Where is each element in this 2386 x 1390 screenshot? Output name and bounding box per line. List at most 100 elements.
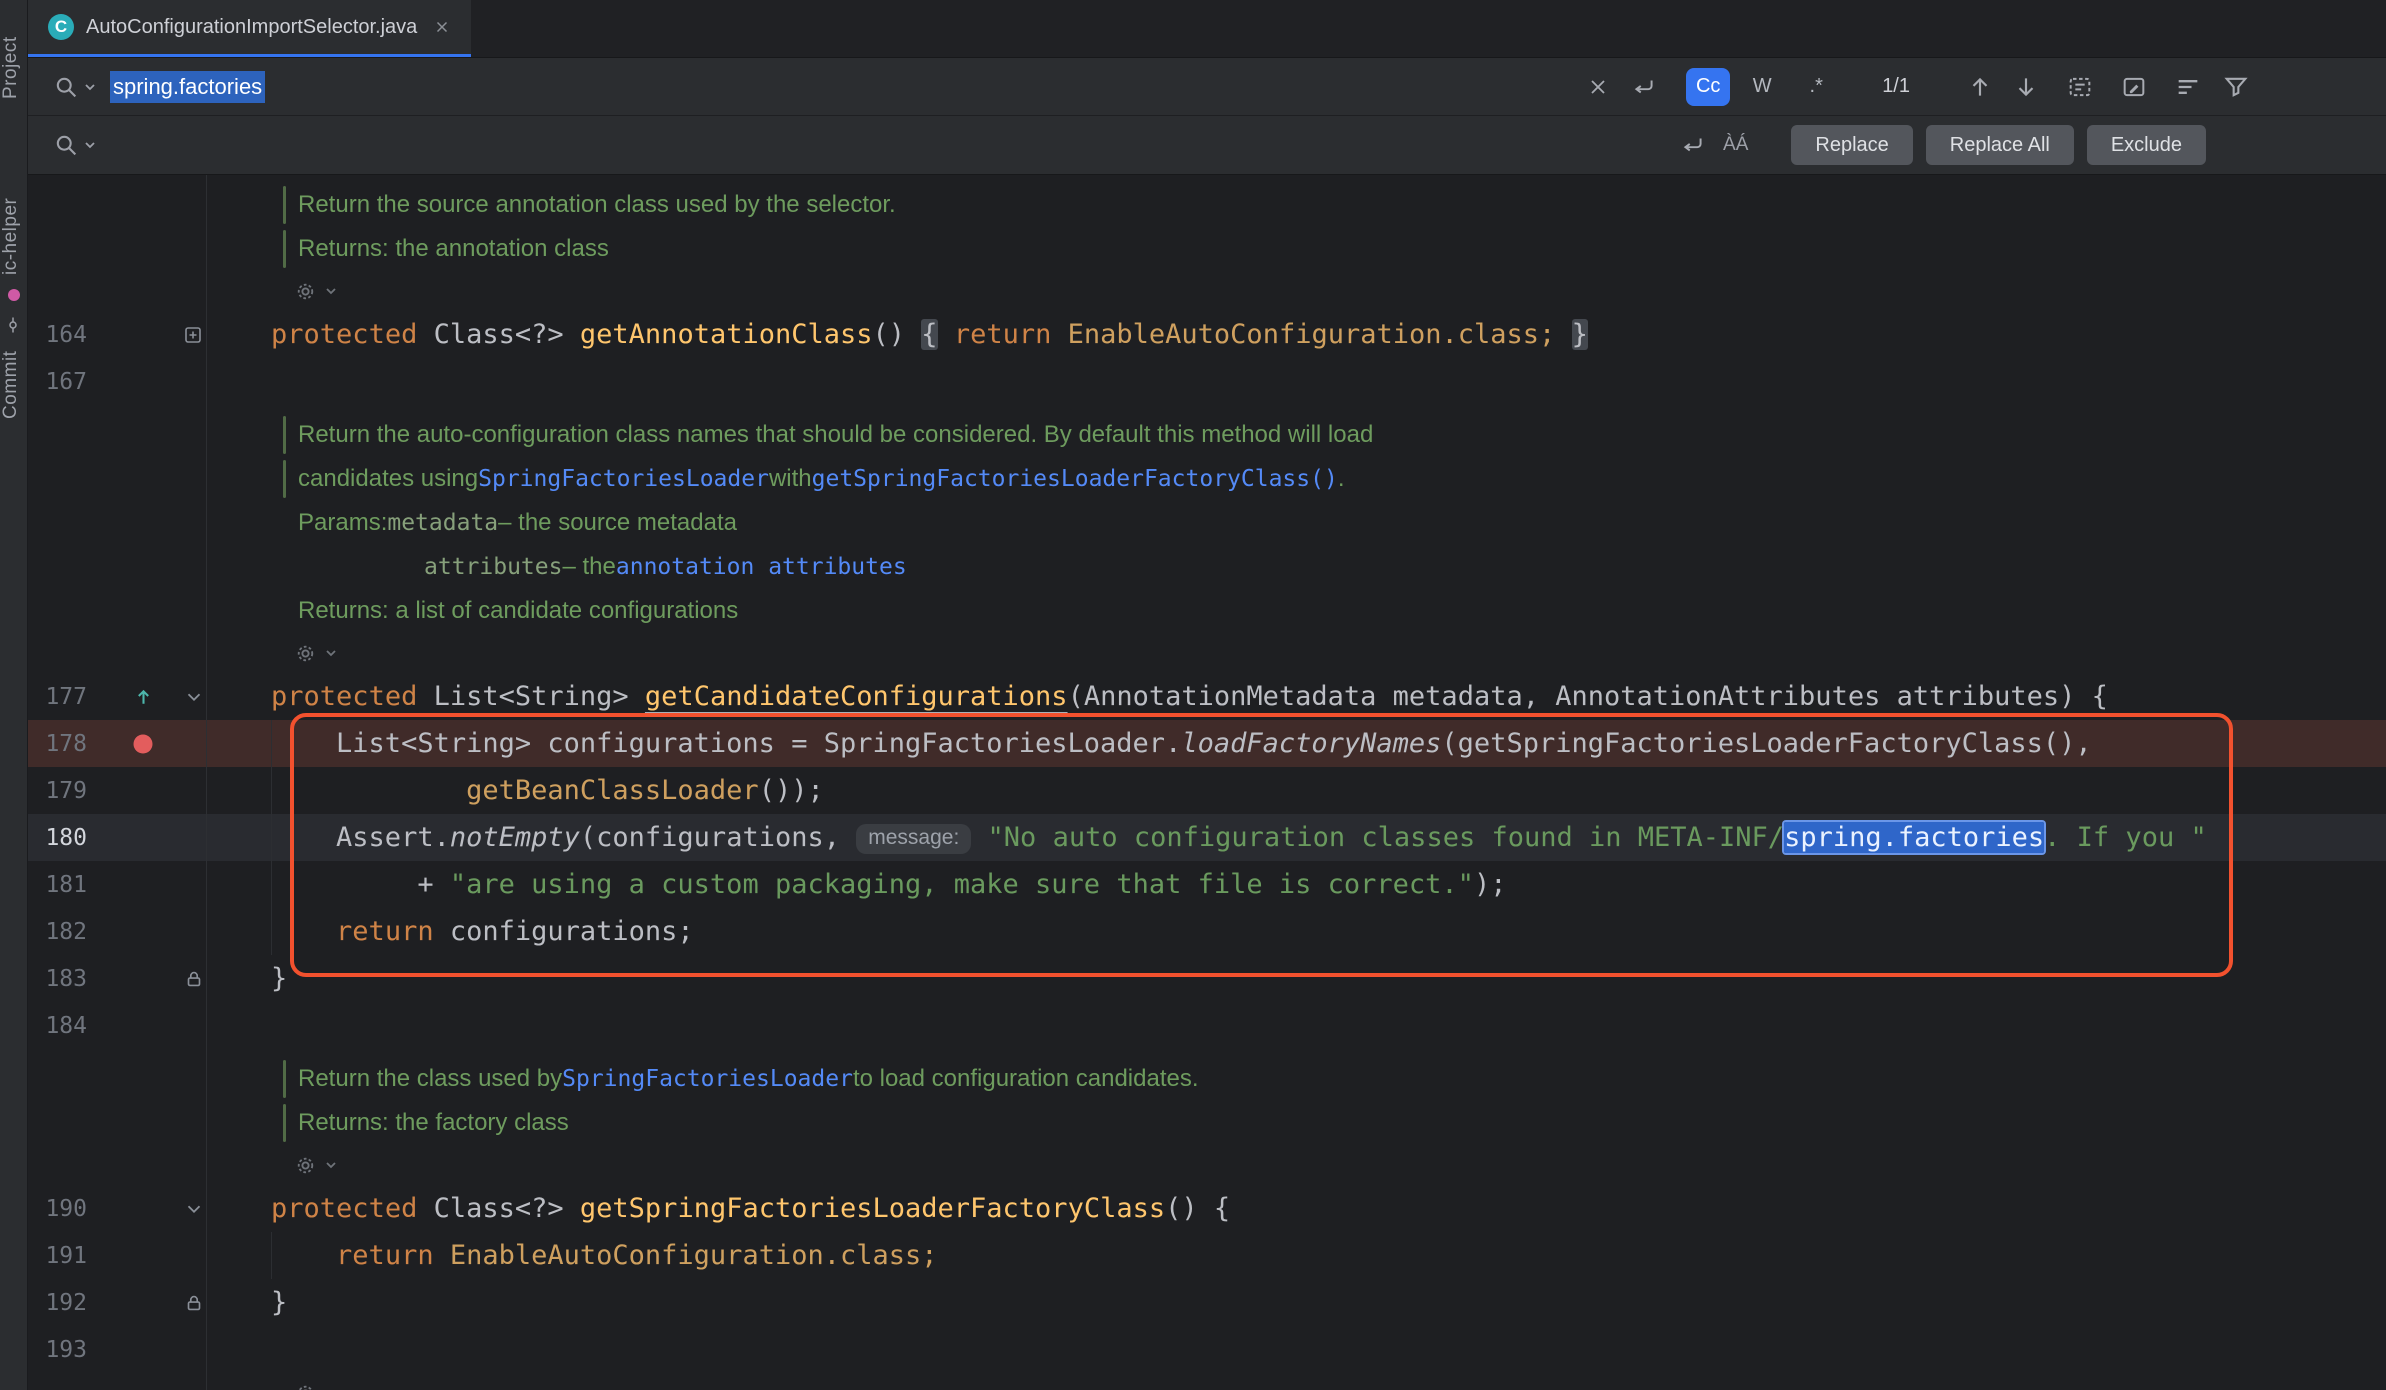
tab-title: AutoConfigurationImportSelector.java: [86, 16, 417, 39]
match-counter: 1/1: [1882, 75, 1910, 98]
gear-icon[interactable]: [293, 279, 318, 304]
code-token: [971, 822, 987, 853]
search-query-selected-text: spring.factories: [110, 71, 265, 103]
code-line-167[interactable]: 167: [28, 358, 2386, 405]
code-token: {: [921, 319, 937, 350]
code-token: getSpringFactoriesLoaderFactoryClass: [580, 1193, 1165, 1224]
code-token: loadFactoryNames: [1181, 728, 1441, 759]
chevron-down-icon[interactable]: [323, 1157, 339, 1173]
code-line-181[interactable]: 181 + "are using a custom packaging, mak…: [28, 861, 2386, 908]
clear-search-button[interactable]: [1578, 67, 1618, 107]
plus-box-icon[interactable]: [183, 325, 203, 345]
replace-all-button[interactable]: Replace All: [1926, 125, 2074, 165]
code-line-180[interactable]: 180 Assert.notEmpty(configurations, mess…: [28, 814, 2386, 861]
code-line-178[interactable]: 178 List<String> configurations = Spring…: [28, 720, 2386, 767]
code-line-182[interactable]: 182 return configurations;: [28, 908, 2386, 955]
code-token: (configurations,: [580, 822, 856, 853]
line-number: 191: [28, 1243, 103, 1269]
chevron-down-icon[interactable]: [323, 645, 339, 661]
code-token: getAnnotationClass: [580, 319, 873, 350]
search-icon: [52, 131, 80, 159]
indent-guide: [271, 1232, 272, 1279]
code-token: return: [336, 1240, 450, 1271]
render-doc-toggle-row: [28, 1373, 2386, 1390]
chevron-down-icon[interactable]: [323, 1385, 339, 1390]
line-number: 183: [28, 966, 103, 992]
code-line-184[interactable]: 184: [28, 1002, 2386, 1049]
code-token: return: [954, 319, 1068, 350]
javadoc-line: Returns: the factory class: [28, 1101, 2386, 1145]
editor[interactable]: Return the source annotation class used …: [28, 175, 2386, 1390]
replace-history-chevron-icon[interactable]: [82, 137, 98, 153]
code-line-192[interactable]: 192 }: [28, 1279, 2386, 1326]
next-occurrence-button[interactable]: [2006, 67, 2046, 107]
code-line-183[interactable]: 183 }: [28, 955, 2386, 1002]
open-results-button[interactable]: [2114, 67, 2154, 107]
code-token: "are using a custom packaging, make sure…: [450, 869, 1474, 900]
gear-icon[interactable]: [293, 641, 318, 666]
code-line-164[interactable]: 164 protected Class<?> getAnnotationClas…: [28, 311, 2386, 358]
preserve-case-toggle[interactable]: ÀÁ: [1723, 134, 1748, 156]
code-line-191[interactable]: 191 return EnableAutoConfiguration.class…: [28, 1232, 2386, 1279]
search-input[interactable]: spring.factories: [110, 71, 1572, 103]
code-text: protected Class<?> getSpringFactoriesLoa…: [206, 1193, 1230, 1224]
regex-toggle[interactable]: .*: [1794, 68, 1838, 106]
filter-button[interactable]: [2216, 67, 2256, 107]
doc-text: Return the source annotation class used …: [298, 191, 896, 219]
find-bar: spring.factories Cc W .* 1/1: [28, 58, 2386, 116]
code-token: (): [873, 319, 922, 350]
gutter-separator: [206, 175, 207, 1390]
chevron-down-icon[interactable]: [323, 283, 339, 299]
code-line-193[interactable]: 193: [28, 1326, 2386, 1373]
code-line-179[interactable]: 179 getBeanClassLoader());: [28, 767, 2386, 814]
tab-autoconfigurationimportselector[interactable]: C AutoConfigurationImportSelector.java: [28, 0, 471, 57]
search-in-selection-button[interactable]: [2060, 67, 2100, 107]
code-line-177[interactable]: 177 protected List<String> getCandidateC…: [28, 673, 2386, 720]
replace-button[interactable]: Replace: [1791, 125, 1912, 165]
fold-icon-area: [183, 325, 206, 345]
whole-words-toggle[interactable]: W: [1740, 68, 1784, 106]
line-number: 177: [28, 684, 103, 710]
doc-text: with: [769, 465, 812, 493]
exclude-button[interactable]: Exclude: [2087, 125, 2206, 165]
padlock-icon[interactable]: [183, 1292, 205, 1314]
breakpoint-icon[interactable]: [131, 732, 155, 756]
sidebar-item-ic-helper[interactable]: ic-helper: [0, 186, 27, 286]
override-icon[interactable]: [131, 684, 156, 709]
chevron-icon[interactable]: [183, 686, 205, 708]
render-doc-toggle-row: [28, 1145, 2386, 1185]
code-token: [206, 681, 271, 712]
code-token: }: [206, 963, 287, 994]
doc-text: – the source metadata: [498, 509, 737, 537]
code-token: Class<?>: [434, 1193, 580, 1224]
fold-icon-area: [183, 968, 206, 990]
code-line-190[interactable]: 190 protected Class<?> getSpringFactorie…: [28, 1185, 2386, 1232]
gear-icon[interactable]: [293, 1153, 318, 1178]
padlock-icon[interactable]: [183, 968, 205, 990]
code-text: return EnableAutoConfiguration.class;: [206, 1240, 938, 1271]
class-icon: C: [48, 14, 74, 40]
sidebar-item-project[interactable]: Project: [0, 20, 27, 115]
pink-dot-icon: [7, 288, 21, 307]
line-number: 193: [28, 1337, 103, 1363]
doc-text: – the: [562, 553, 615, 581]
doc-text: Params:: [298, 509, 387, 537]
code-text: Assert.notEmpty(configurations, message:…: [206, 822, 2207, 854]
filter-lines-button[interactable]: [2168, 67, 2208, 107]
search-history-chevron-icon[interactable]: [82, 79, 98, 95]
doc-text: candidates using: [298, 465, 478, 493]
code-text: + "are using a custom packaging, make su…: [206, 869, 1506, 900]
newline-button[interactable]: [1673, 125, 1713, 165]
javadoc-line: Returns: a list of candidate configurati…: [28, 589, 2386, 633]
sidebar-item-commit[interactable]: Commit: [0, 340, 27, 430]
close-icon[interactable]: [433, 18, 451, 36]
commit-icon: [4, 316, 22, 339]
gear-icon[interactable]: [293, 1381, 318, 1390]
chevron-icon[interactable]: [183, 1198, 205, 1220]
match-case-toggle[interactable]: Cc: [1686, 68, 1730, 106]
newline-button[interactable]: [1624, 67, 1664, 107]
code-token: protected: [271, 319, 434, 350]
previous-occurrence-button[interactable]: [1960, 67, 2000, 107]
gutter-icon-area: [103, 684, 183, 709]
code-token: [206, 775, 466, 806]
